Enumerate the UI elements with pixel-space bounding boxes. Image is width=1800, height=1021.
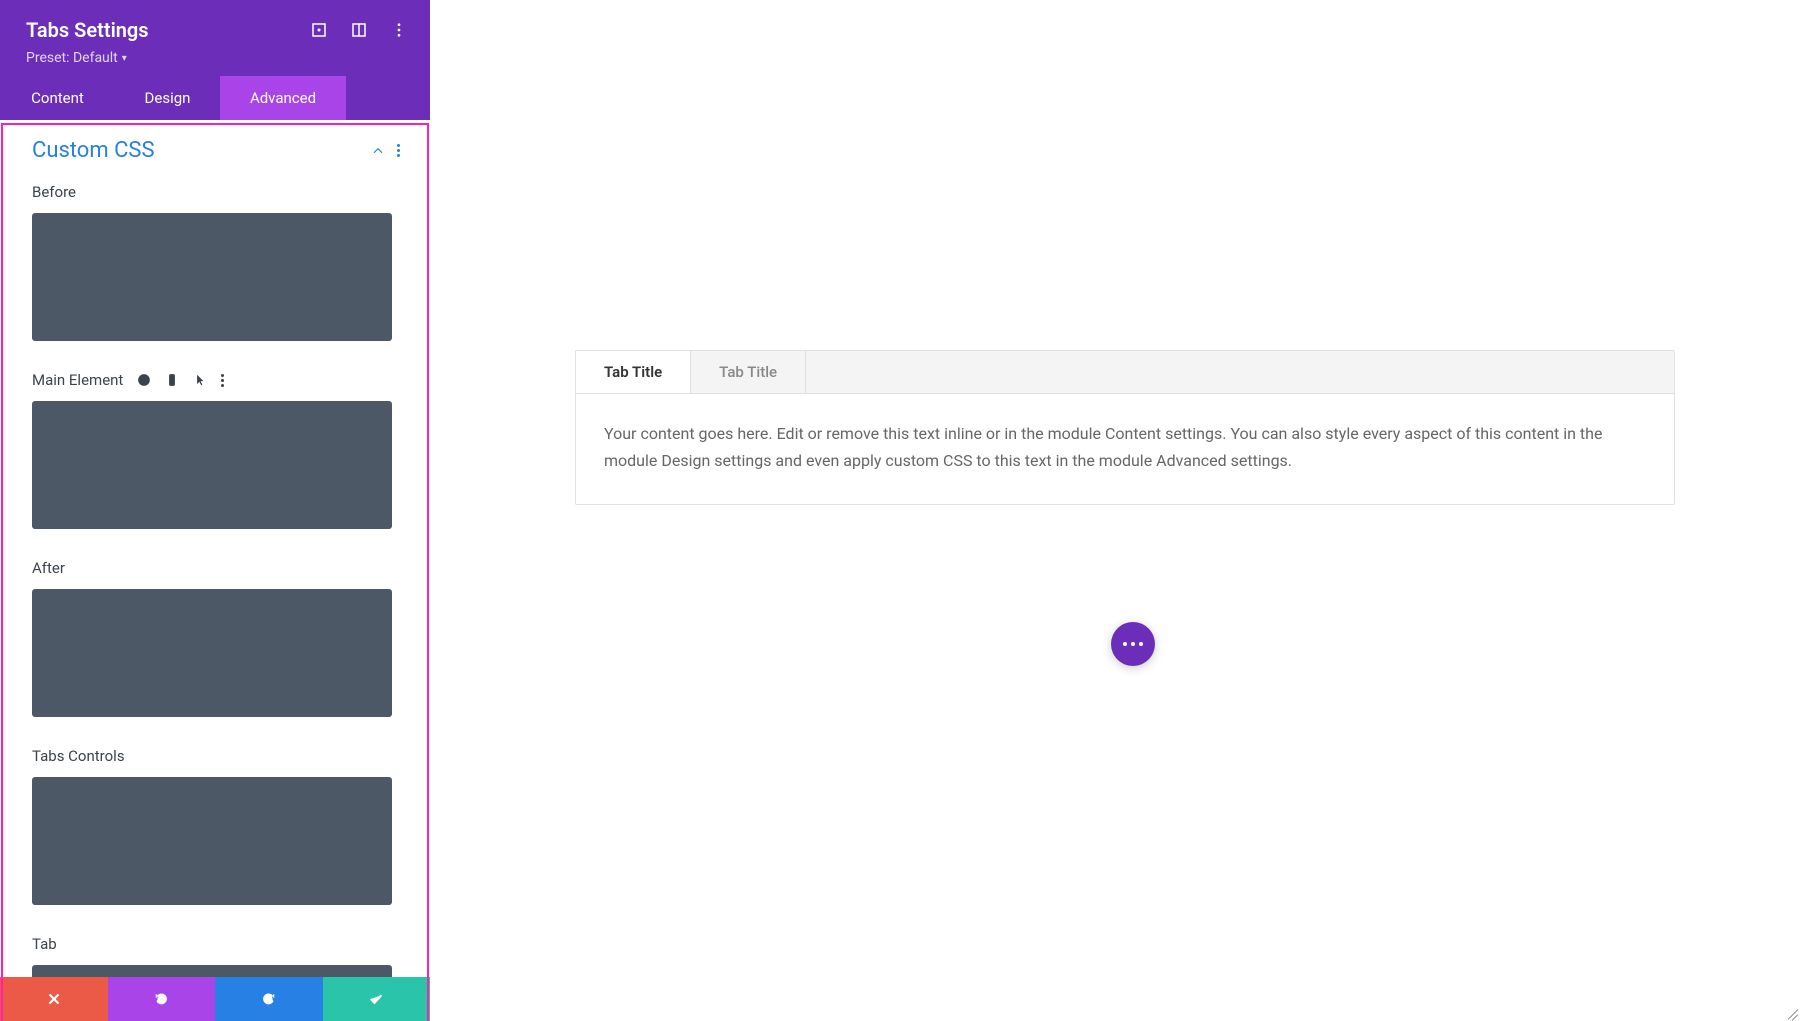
css-after-input[interactable] <box>32 589 392 717</box>
cursor-icon[interactable] <box>193 373 207 387</box>
label-before: Before <box>32 183 400 201</box>
more-icon[interactable] <box>390 21 408 39</box>
cancel-button[interactable] <box>0 977 108 1021</box>
close-icon <box>45 990 63 1008</box>
redo-button[interactable] <box>215 977 323 1021</box>
tab-advanced[interactable]: Advanced <box>220 76 346 120</box>
ellipsis-dot <box>1131 642 1135 646</box>
css-before-input[interactable] <box>32 213 392 341</box>
label-tab: Tab <box>32 935 400 953</box>
expand-icon[interactable] <box>310 21 328 39</box>
resize-handle[interactable] <box>1784 1005 1798 1019</box>
preset-label: Preset: Default <box>26 50 118 66</box>
settings-panel: Tabs Settings Preset: Default ▾ Content … <box>0 0 430 1021</box>
css-tabs-controls-input[interactable] <box>32 777 392 905</box>
panel-body[interactable]: Custom CSS Before Main Element ? After T… <box>0 120 430 977</box>
phone-icon[interactable] <box>165 373 179 387</box>
help-icon[interactable]: ? <box>137 373 151 387</box>
css-tab-input[interactable] <box>32 965 392 977</box>
label-tabs-controls: Tabs Controls <box>32 747 400 765</box>
ellipsis-dot <box>1123 642 1127 646</box>
label-main-element: Main Element ? <box>32 371 400 389</box>
panel-title: Tabs Settings <box>26 18 310 42</box>
field-more-icon[interactable] <box>221 374 224 387</box>
save-button[interactable] <box>323 977 431 1021</box>
undo-icon <box>152 990 170 1008</box>
tab-content[interactable]: Content <box>0 76 115 120</box>
panel-footer <box>0 977 430 1021</box>
chevron-down-icon: ▾ <box>122 53 127 64</box>
section-title[interactable]: Custom CSS <box>32 138 371 163</box>
tab-design[interactable]: Design <box>115 76 220 120</box>
module-tab-2[interactable]: Tab Title <box>691 351 806 393</box>
settings-tabs: Content Design Advanced <box>0 76 430 120</box>
css-main-element-input[interactable] <box>32 401 392 529</box>
preset-dropdown[interactable]: Preset: Default ▾ <box>26 50 127 66</box>
fab-more[interactable] <box>1111 622 1155 666</box>
module-tab-1[interactable]: Tab Title <box>576 351 691 393</box>
label-after: After <box>32 559 400 577</box>
redo-icon <box>260 990 278 1008</box>
drag-panel-icon[interactable] <box>350 21 368 39</box>
undo-button[interactable] <box>108 977 216 1021</box>
tabs-module[interactable]: Tab Title Tab Title Your content goes he… <box>575 350 1675 505</box>
check-icon <box>367 990 385 1008</box>
panel-header: Tabs Settings Preset: Default ▾ <box>0 0 430 76</box>
chevron-up-icon[interactable] <box>371 144 385 158</box>
module-tabbar: Tab Title Tab Title <box>576 351 1674 394</box>
preview-canvas: Tab Title Tab Title Your content goes he… <box>430 0 1800 1021</box>
label-main-element-text: Main Element <box>32 371 123 389</box>
ellipsis-dot <box>1139 642 1143 646</box>
section-more-icon[interactable] <box>397 144 400 157</box>
module-tabbar-fill <box>806 351 1674 393</box>
module-body[interactable]: Your content goes here. Edit or remove t… <box>576 394 1674 504</box>
